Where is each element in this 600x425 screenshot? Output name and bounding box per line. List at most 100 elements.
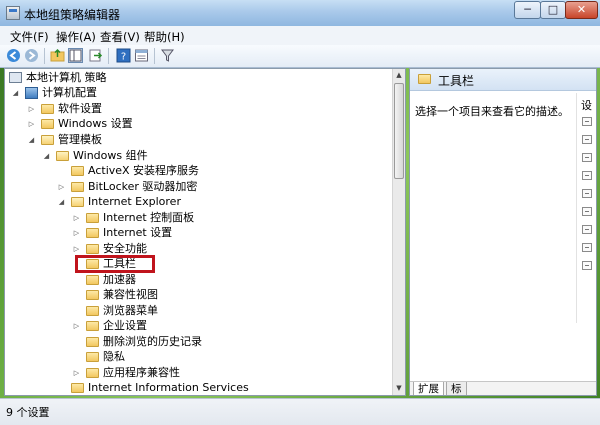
policy-setting-icon[interactable] (582, 153, 592, 162)
maximize-button[interactable]: □ (540, 1, 566, 19)
collapse-icon[interactable]: ◢ (57, 194, 66, 210)
settings-column-header[interactable]: 设 (581, 97, 592, 113)
export-list-icon[interactable] (88, 48, 103, 63)
tree-scrollbar[interactable]: ▲ ▼ (392, 69, 405, 395)
toolbar: ? (0, 45, 600, 68)
console-tree-pane[interactable]: 本地计算机 策略 ◢ 计算机配置 ▷ 软件设置 ▷ Windows 设置 ◢ 管… (4, 68, 406, 396)
help-icon[interactable]: ? (116, 48, 131, 63)
scroll-up-icon[interactable]: ▲ (393, 69, 405, 82)
policy-setting-icon[interactable] (582, 171, 592, 180)
policy-setting-icon[interactable] (582, 117, 592, 126)
minimize-button[interactable]: ─ (514, 1, 541, 19)
tree-item-label: 隐私 (103, 350, 125, 363)
forward-arrow-icon[interactable] (24, 48, 39, 63)
policy-setting-icon[interactable] (582, 189, 592, 198)
folder-icon (86, 337, 99, 347)
back-arrow-icon[interactable] (6, 48, 21, 63)
expand-icon[interactable]: ▷ (72, 365, 81, 381)
tree-item-label: 本地计算机 策略 (26, 71, 107, 84)
toolbar-highlight-box (75, 255, 155, 273)
collapse-icon[interactable]: ◢ (11, 85, 20, 101)
tree-item-label: 企业设置 (103, 319, 147, 332)
menu-help[interactable]: 帮助(H) (144, 29, 185, 45)
menu-bar: 文件(F) 操作(A) 查看(V) 帮助(H) (0, 26, 600, 46)
folder-open-icon (41, 135, 54, 145)
view-tabs: 扩展 标 (410, 381, 596, 395)
tree-item-label: Internet 设置 (103, 226, 173, 239)
window-title: 本地组策略编辑器 (24, 8, 121, 22)
tree-item-label: Internet Information Services (88, 381, 249, 394)
tree-item-label: BitLocker 驱动器加密 (88, 180, 198, 193)
tree-item-label: Windows 设置 (58, 117, 133, 130)
folder-icon (86, 244, 99, 254)
tree-item-label: 浏览器菜单 (103, 304, 158, 317)
folder-open-icon (71, 197, 84, 207)
properties-icon[interactable] (134, 48, 149, 63)
menu-action[interactable]: 操作(A) (56, 29, 96, 45)
expand-icon[interactable]: ▷ (72, 225, 81, 241)
tree-item-label: 删除浏览的历史记录 (103, 335, 202, 348)
filter-icon[interactable] (160, 48, 175, 63)
scroll-down-icon[interactable]: ▼ (393, 382, 405, 395)
folder-icon (86, 368, 99, 378)
folder-icon (41, 104, 54, 114)
scroll-thumb[interactable] (394, 83, 404, 179)
app-icon (6, 6, 20, 20)
show-hide-tree-icon[interactable] (68, 48, 83, 63)
toolbar-separator (44, 48, 45, 64)
expand-icon[interactable]: ▷ (27, 116, 36, 132)
tab-extended[interactable]: 扩展 (413, 382, 444, 395)
tab-standard[interactable]: 标 (446, 382, 467, 395)
folder-icon (86, 275, 99, 285)
details-pane[interactable]: 工具栏 选择一个项目来查看它的描述。 设 扩展 标 (409, 68, 597, 396)
folder-icon (86, 213, 99, 223)
status-setting-count: 9 个设置 (6, 406, 50, 419)
menu-file[interactable]: 文件(F) (10, 29, 49, 45)
folder-up-icon[interactable] (50, 48, 65, 63)
tree-item-label: 加速器 (103, 273, 136, 286)
tree-item-label: Internet 控制面板 (103, 211, 195, 224)
collapse-icon[interactable]: ◢ (27, 132, 36, 148)
tree-item-label: ActiveX 安装程序服务 (88, 164, 200, 177)
collapse-icon[interactable]: ◢ (42, 148, 51, 164)
tree-item-label: 应用程序兼容性 (103, 366, 180, 379)
tree-item-label: 计算机配置 (42, 86, 97, 99)
group-policy-editor-window: 本地组策略编辑器 ─ □ ✕ 文件(F) 操作(A) 查看(V) 帮助(H) ? (0, 0, 600, 425)
folder-icon (71, 182, 84, 192)
tree-item-label: 管理模板 (58, 133, 102, 146)
policy-setting-icon[interactable] (582, 243, 592, 252)
menu-view[interactable]: 查看(V) (100, 29, 140, 45)
expand-icon[interactable]: ▷ (57, 179, 66, 195)
expand-icon[interactable]: ▷ (27, 101, 36, 117)
tree-item-label: Internet Explorer (88, 195, 181, 208)
policy-setting-icon[interactable] (582, 135, 592, 144)
folder-icon (41, 119, 54, 129)
policy-setting-icon[interactable] (582, 261, 592, 270)
folder-icon (86, 321, 99, 331)
close-button[interactable]: ✕ (565, 1, 598, 19)
details-header: 工具栏 (410, 69, 596, 91)
computer-config-icon (25, 87, 38, 99)
toolbar-separator (154, 48, 155, 64)
expand-icon[interactable]: ▷ (72, 210, 81, 226)
details-description: 选择一个项目来查看它的描述。 (415, 105, 569, 118)
svg-text:?: ? (121, 52, 126, 63)
status-bar: 9 个设置 (0, 398, 600, 425)
tree-item-label: 软件设置 (58, 102, 102, 115)
folder-icon (71, 383, 84, 393)
tree-item-label: 兼容性视图 (103, 288, 158, 301)
folder-icon (86, 228, 99, 238)
policy-setting-icon[interactable] (582, 225, 592, 234)
folder-icon (71, 166, 84, 176)
policy-setting-icon[interactable] (582, 207, 592, 216)
computer-policy-icon (9, 72, 22, 83)
expand-icon[interactable]: ▷ (72, 318, 81, 334)
title-bar[interactable]: 本地组策略编辑器 ─ □ ✕ (0, 0, 600, 26)
folder-icon (86, 306, 99, 316)
folder-icon (86, 290, 99, 300)
